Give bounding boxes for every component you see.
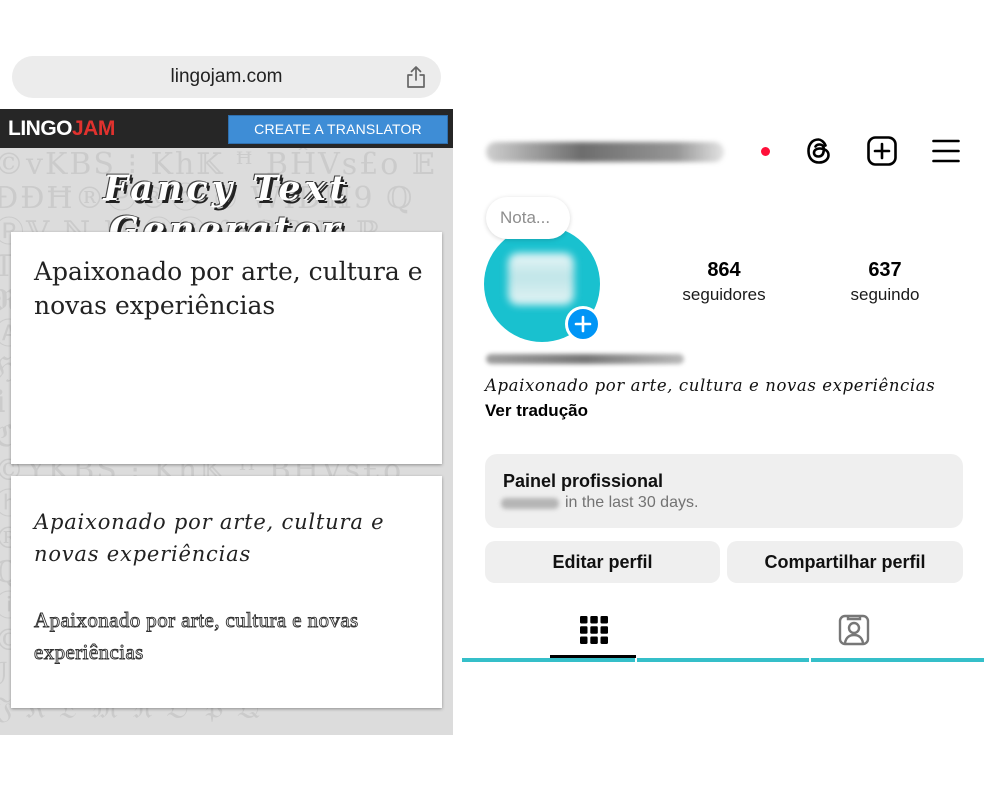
lingojam-logo[interactable]: LINGOJAM <box>8 117 115 141</box>
username-redacted[interactable] <box>486 142 724 162</box>
create-translator-button[interactable]: CREATE A TRANSLATOR <box>228 115 448 144</box>
lingojam-header: LINGOJAM CREATE A TRANSLATOR <box>0 109 453 148</box>
professional-dashboard[interactable]: Painel profissional in the last 30 days. <box>485 454 963 528</box>
address-bar[interactable]: lingojam.com <box>12 56 441 98</box>
share-icon[interactable] <box>405 65 427 89</box>
tagged-icon[interactable] <box>834 610 874 650</box>
dashboard-metric-redacted <box>501 498 559 509</box>
see-translation-link[interactable]: Ver tradução <box>485 401 588 421</box>
following-stat[interactable]: 637 seguindo <box>815 258 955 307</box>
edit-profile-button[interactable]: Editar perfil <box>485 541 720 583</box>
screenshot-root: lingojam.com LINGOJAM CREATE A TRANSLATO… <box>0 0 984 805</box>
display-name-redacted <box>486 354 684 364</box>
following-label: seguindo <box>850 285 920 304</box>
active-tab-indicator <box>550 655 636 658</box>
logo-accent: JAM <box>72 117 115 140</box>
note-placeholder: Nota... <box>500 208 551 227</box>
output-script-text[interactable]: Apaixonado por arte, cultura e novas exp… <box>34 506 424 570</box>
plus-icon <box>574 315 592 333</box>
add-story-button[interactable] <box>565 306 601 342</box>
notification-dot <box>761 147 770 156</box>
followers-label: seguidores <box>682 285 766 304</box>
note-bubble[interactable]: Nota... <box>486 197 570 239</box>
share-profile-button[interactable]: Compartilhar perfil <box>727 541 963 583</box>
output-outline-text[interactable]: Apaixonado por arte, cultura e novas exp… <box>34 604 424 668</box>
output-box[interactable]: Apaixonado por arte, cultura e novas exp… <box>11 476 442 708</box>
lingojam-panel: lingojam.com LINGOJAM CREATE A TRANSLATO… <box>0 0 453 805</box>
new-post-icon[interactable] <box>866 135 898 167</box>
logo-main: LINGO <box>8 117 73 140</box>
following-count: 637 <box>868 259 902 281</box>
threads-icon[interactable] <box>803 135 835 167</box>
input-text: Apaixonado por arte, cultura e novas exp… <box>34 257 423 320</box>
grid-icon[interactable] <box>574 610 614 650</box>
tab-bar-underline <box>462 658 984 662</box>
dashboard-subtitle: in the last 30 days. <box>565 494 699 511</box>
followers-count: 864 <box>707 259 741 281</box>
instagram-profile: Nota... 864 seguidores 637 seguindo 𝐴𝑝𝑎𝑖… <box>462 0 984 805</box>
followers-stat[interactable]: 864 seguidores <box>654 258 794 307</box>
input-textarea[interactable]: Apaixonado por arte, cultura e novas exp… <box>11 232 442 464</box>
dashboard-title: Painel profissional <box>503 471 664 491</box>
menu-icon[interactable] <box>932 138 960 164</box>
url-text: lingojam.com <box>170 66 283 87</box>
tab-separator <box>809 656 811 662</box>
bio-text: 𝐴𝑝𝑎𝑖𝑥𝑜𝑛𝑎𝑑𝑜 𝑝𝑜𝑟 𝑎𝑟𝑡𝑒, 𝑐𝑢𝑙𝑡𝑢𝑟𝑎 𝑒 𝑛𝑜𝑣𝑎𝑠 𝑒𝑥𝑝… <box>485 376 936 395</box>
avatar-image-redacted <box>508 253 574 305</box>
